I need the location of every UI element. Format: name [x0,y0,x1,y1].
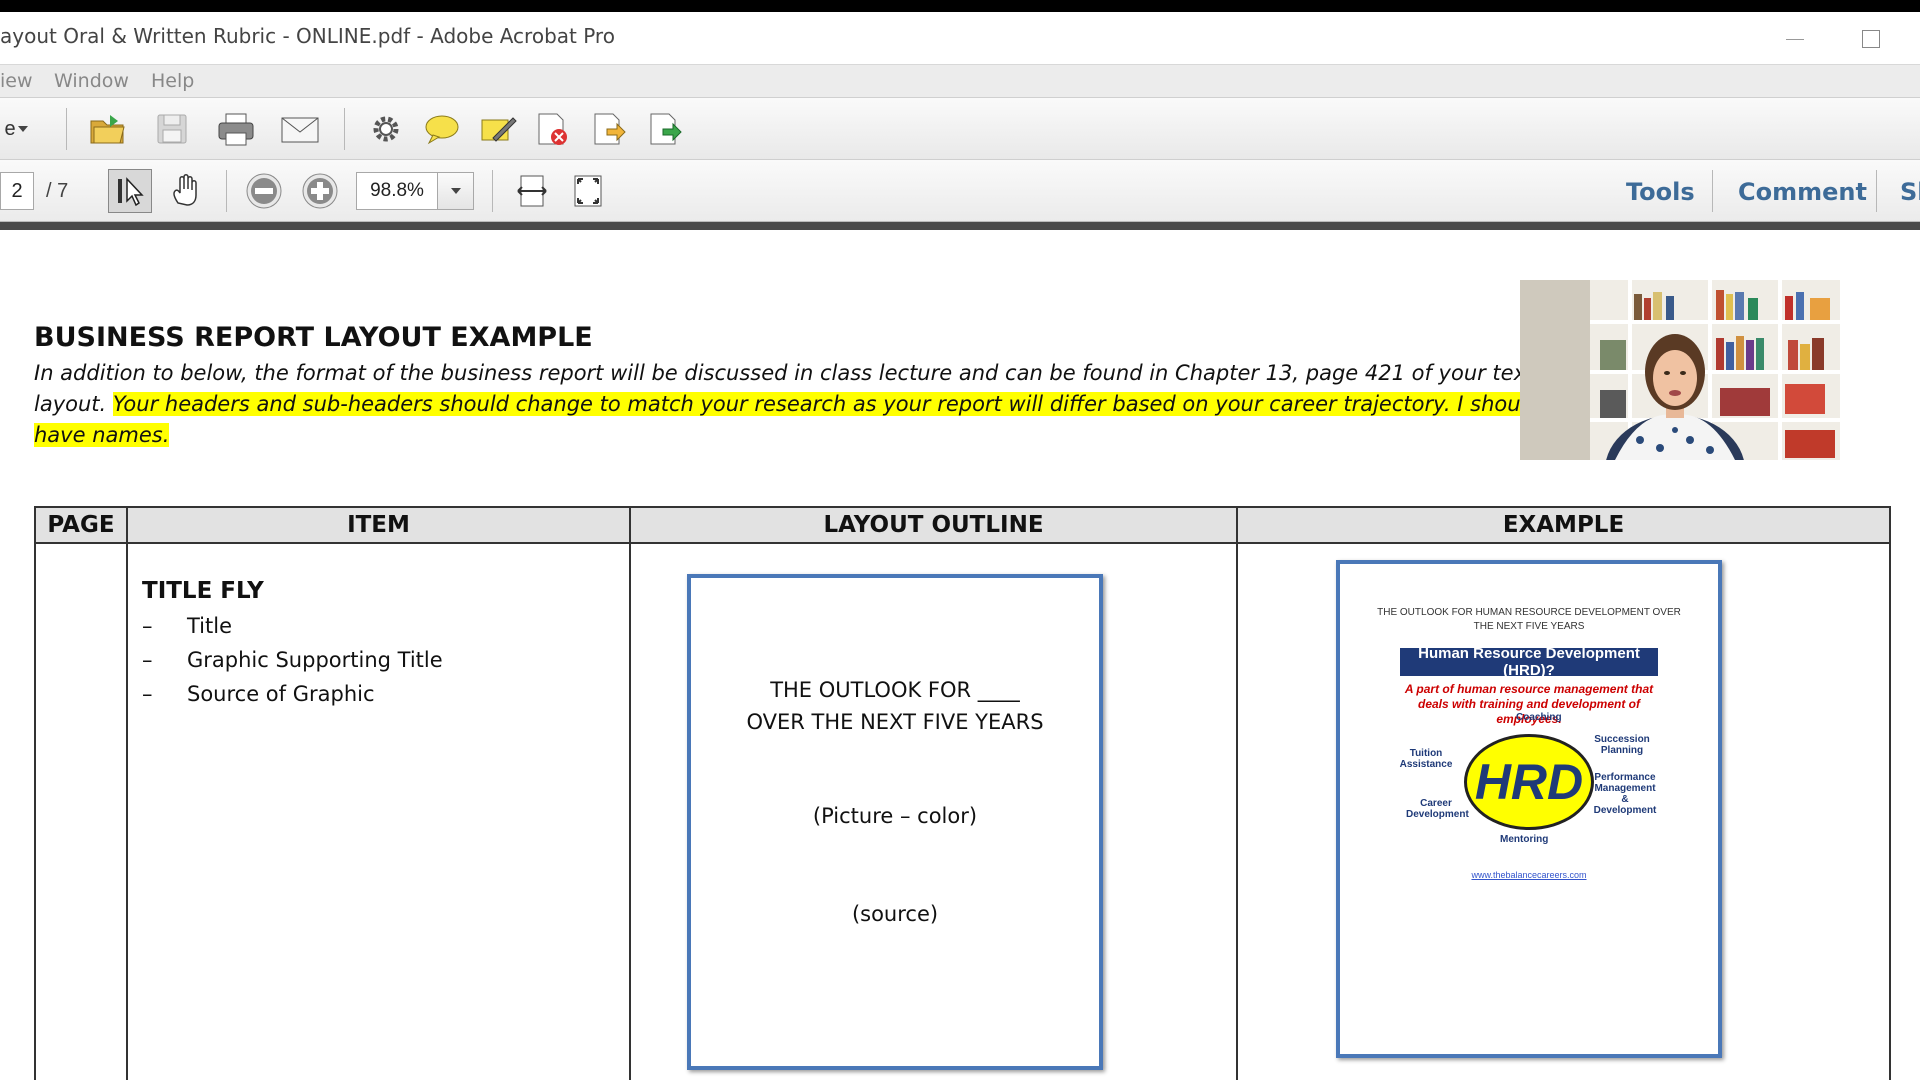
chevron-down-icon [17,126,28,132]
bullet-dash: – [142,682,153,706]
example-header: THE OUTLOOK FOR HUMAN RESOURCE DEVELOPME… [1377,607,1681,632]
example-page-thumbnail: THE OUTLOOK FOR HUMAN RESOURCE DEVELOPME… [1336,560,1722,1058]
intro-line-1: In addition to below, the format of the … [34,361,1574,385]
bullet-dash: – [142,648,153,672]
email-icon[interactable] [280,109,320,149]
window-title: ayout Oral & Written Rubric - ONLINE.pdf… [0,24,615,48]
toolbar-separator [1876,170,1877,212]
toolbar-separator [66,108,67,150]
fit-width-icon[interactable] [512,171,552,211]
menu-window[interactable]: Window [54,70,129,92]
hrd-label: Performance Management & Development [1593,772,1657,816]
sign-edit-icon[interactable] [478,109,518,149]
zoom-out-icon[interactable] [244,171,284,211]
example-cell: THE OUTLOOK FOR HUMAN RESOURCE DEVELOPME… [1236,543,1891,1080]
share-panel-button[interactable]: Sl [1900,178,1920,206]
document-page[interactable]: BUSINESS REPORT LAYOUT EXAMPLE In additi… [0,230,1920,1080]
list-item: – Source of Graphic [142,682,443,716]
hand-tool-icon[interactable] [166,171,206,211]
page-number-input[interactable]: 2 [0,172,34,210]
bullet-text: Source of Graphic [187,682,375,706]
table-header-page: PAGE [34,506,128,544]
webcam-overlay [1520,280,1840,460]
hrd-label: Succession Planning [1594,734,1650,756]
example-banner: Human Resource Development (HRD)? [1400,645,1658,679]
main-toolbar: e [0,98,1920,160]
hrd-graphic: HRD Coaching Tuition Assistance Successi… [1396,712,1657,852]
toolbar-separator [1712,170,1713,212]
hrd-label: Mentoring [1500,834,1549,845]
create-dropdown[interactable]: e [0,109,34,149]
item-title: TITLE FLY [142,578,264,604]
intro-paragraph: In addition to below, the format of the … [34,358,1574,451]
open-folder-icon[interactable] [88,109,128,149]
item-cell: TITLE FLY – Title – Graphic Supporting Tit… [126,543,631,1080]
highlighted-text: Your headers and sub-headers should chan… [112,392,1573,416]
document-heading: BUSINESS REPORT LAYOUT EXAMPLE [34,322,593,353]
hrd-label: Coaching [1516,712,1562,723]
hrd-label: Career Development [1406,798,1469,820]
example-source-link: www.thebalancecareers.com [1471,870,1587,880]
top-edge-bar [0,0,1920,12]
list-item: – Title [142,614,443,648]
table-header-layout: LAYOUT OUTLINE [629,506,1238,544]
highlighted-text: have names. [34,423,170,447]
maximize-button[interactable] [1862,30,1880,48]
table-header-example: EXAMPLE [1236,506,1891,544]
minimize-button[interactable] [1784,28,1806,50]
intro-line-3: have names. [34,420,1514,451]
menu-help[interactable]: Help [151,70,194,92]
item-bullet-list: – Title – Graphic Supporting Title – Source… [142,614,443,716]
title-bar: ayout Oral & Written Rubric - ONLINE.pdf… [0,12,1920,64]
layout-outline-cell: THE OUTLOOK FOR ____ OVER THE NEXT FIVE … [629,543,1238,1080]
list-item: – Graphic Supporting Title [142,648,443,682]
settings-gear-icon[interactable] [366,109,406,149]
share-pdf-icon[interactable] [644,109,684,149]
toolbar-separator [344,108,345,150]
table-row: TITLE FLY – Title – Graphic Supporting Tit… [34,543,1891,1080]
page-total-label: / 7 [46,180,69,202]
table-header-item: ITEM [126,506,631,544]
outline-title-line-2: OVER THE NEXT FIVE YEARS [746,710,1044,734]
print-icon[interactable] [216,109,256,149]
save-icon[interactable] [152,109,192,149]
intro-line-2: layout. Your headers and sub-headers sho… [34,389,1573,420]
delete-pdf-icon[interactable] [532,109,572,149]
outline-picture-placeholder: (Picture – color) [812,804,978,828]
hrd-label: Tuition Assistance [1399,748,1453,770]
toolbar-shadow [0,222,1920,230]
comment-bubble-icon[interactable] [422,109,462,149]
fit-page-icon[interactable] [568,171,608,211]
outline-source-placeholder: (source) [851,902,939,926]
menu-view[interactable]: iew [0,70,33,92]
bullet-dash: – [142,614,153,638]
hrd-logo: HRD [1464,734,1594,830]
intro-line-2-plain: layout. [34,392,107,416]
menu-bar: iew Window Help [0,64,1920,98]
zoom-level-input[interactable]: 98.8% [356,172,438,210]
select-tool-icon[interactable] [108,169,152,213]
zoom-dropdown-button[interactable] [438,172,474,210]
create-dropdown-label: e [4,117,16,140]
outline-title: THE OUTLOOK FOR ____ OVER THE NEXT FIVE … [691,674,1099,738]
toolbar-separator [492,170,493,212]
outline-title-line-1: THE OUTLOOK FOR ____ [770,678,1020,702]
tools-panel-button[interactable]: Tools [1626,178,1695,206]
zoom-in-icon[interactable] [300,171,340,211]
export-pdf-icon[interactable] [588,109,628,149]
comment-panel-button[interactable]: Comment [1738,178,1867,206]
chevron-down-icon [450,188,461,194]
bullet-text: Graphic Supporting Title [187,648,443,672]
outline-page-mockup: THE OUTLOOK FOR ____ OVER THE NEXT FIVE … [687,574,1103,1070]
page-cell [34,543,128,1080]
rubric-table: PAGE ITEM LAYOUT OUTLINE EXAMPLE TITLE F… [34,506,1891,1080]
bullet-text: Title [187,614,233,638]
toolbar-separator [226,170,227,212]
